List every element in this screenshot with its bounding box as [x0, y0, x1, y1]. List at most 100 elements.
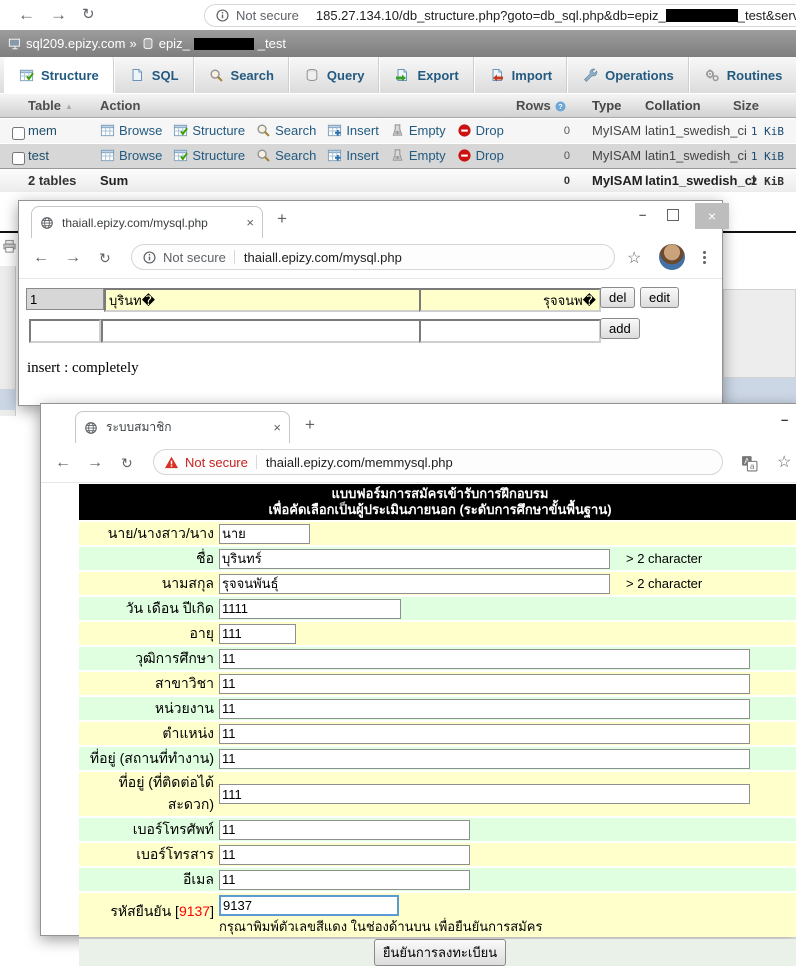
row-type: MyISAM — [592, 148, 641, 163]
record-name-field[interactable] — [104, 288, 421, 312]
globe-icon — [40, 216, 54, 230]
column-header-collation[interactable]: Collation — [645, 98, 701, 113]
tab-close-icon[interactable]: × — [246, 215, 254, 230]
printer-icon — [2, 239, 17, 254]
form-input[interactable] — [219, 784, 750, 804]
minimize-button[interactable]: – — [781, 412, 788, 427]
background-panel-left-strip — [0, 389, 16, 410]
row-checkbox[interactable] — [12, 127, 25, 140]
action-insert[interactable]: Insert — [327, 148, 379, 163]
pma-tab-export[interactable]: Export — [379, 57, 473, 93]
address-bar[interactable]: Not secure thaiall.epizy.com/mysql.php — [131, 244, 615, 270]
forward-icon[interactable]: → — [65, 238, 81, 278]
action-browse[interactable]: Browse — [100, 123, 162, 138]
new-name-field[interactable] — [101, 319, 421, 343]
forward-icon[interactable]: → — [50, 0, 67, 30]
action-structure[interactable]: Structure — [173, 148, 245, 163]
action-structure[interactable]: Structure — [173, 123, 245, 138]
form-input[interactable] — [219, 649, 750, 669]
pma-tab-search[interactable]: Search — [194, 57, 289, 93]
forward-icon[interactable]: → — [87, 444, 103, 482]
action-drop[interactable]: Drop — [457, 148, 504, 163]
form-rows: นาย/นางสาว/นางชื่อ> 2 characterนามสกุล> … — [79, 522, 796, 891]
action-insert[interactable]: Insert — [327, 123, 379, 138]
bookmark-star-icon[interactable]: ☆ — [777, 452, 791, 472]
column-header-type[interactable]: Type — [592, 98, 621, 113]
form-input[interactable] — [219, 599, 401, 619]
status-message: insert : completely — [27, 360, 139, 377]
action-empty[interactable]: Empty — [390, 123, 446, 138]
column-header-action: Action — [100, 98, 140, 113]
record-surname-field[interactable] — [419, 288, 601, 312]
breadcrumb-host[interactable]: sql209.epizy.com — [26, 36, 125, 51]
column-header-table[interactable]: Table▲ — [28, 98, 73, 113]
form-input[interactable] — [219, 699, 750, 719]
new-tab-button[interactable]: + — [277, 209, 287, 229]
breadcrumb-db[interactable]: epiz__test — [159, 36, 290, 51]
help-icon[interactable]: ? — [554, 100, 567, 113]
new-surname-field[interactable] — [419, 319, 601, 343]
back-icon[interactable]: ← — [18, 0, 35, 30]
empty-icon — [390, 148, 405, 163]
form-input[interactable] — [219, 724, 750, 744]
form-input[interactable] — [219, 524, 310, 544]
form-input[interactable] — [219, 820, 470, 840]
submit-button[interactable]: ยืนยันการลงทะเบียน — [374, 939, 506, 966]
minimize-button[interactable]: – — [639, 207, 646, 222]
insert-icon — [327, 123, 342, 138]
action-search[interactable]: Search — [256, 123, 316, 138]
table-name-link[interactable]: test — [28, 148, 49, 163]
address-bar[interactable]: Not secure thaiall.epizy.com/memmysql.ph… — [153, 449, 723, 475]
main-address-bar[interactable]: Not secure 185.27.134.10/db_structure.ph… — [204, 4, 796, 27]
pma-tab-operations[interactable]: Operations — [567, 57, 689, 93]
form-input[interactable] — [219, 549, 610, 569]
record-id-field[interactable] — [26, 288, 104, 310]
form-row: อายุ — [79, 622, 796, 645]
table-name-link[interactable]: mem — [28, 123, 57, 138]
action-browse[interactable]: Browse — [100, 148, 162, 163]
bookmark-star-icon[interactable]: ☆ — [627, 248, 641, 268]
avatar[interactable] — [659, 244, 685, 270]
pma-tab-query[interactable]: Query — [289, 57, 380, 93]
pma-tab-routines[interactable]: Routines — [689, 57, 796, 93]
reload-icon[interactable]: ↻ — [121, 444, 133, 482]
row-checkbox[interactable] — [12, 152, 25, 165]
action-search[interactable]: Search — [256, 148, 316, 163]
close-button[interactable]: × — [695, 203, 729, 229]
translate-icon[interactable]: Aa — [741, 455, 758, 472]
menu-dots-icon[interactable] — [703, 249, 706, 266]
import-icon — [489, 67, 505, 83]
pma-tab-structure[interactable]: Structure — [4, 57, 114, 93]
browser-tab[interactable]: ระบบสมาชิก × — [75, 411, 290, 443]
form-input[interactable] — [219, 574, 610, 594]
tab-close-icon[interactable]: × — [273, 420, 281, 435]
new-id-field[interactable] — [29, 319, 101, 343]
form-input[interactable] — [219, 624, 296, 644]
form-input[interactable] — [219, 845, 470, 865]
maximize-button[interactable] — [667, 209, 679, 221]
tab-title: ระบบสมาชิก — [106, 418, 265, 437]
pma-tab-import[interactable]: Import — [474, 57, 567, 93]
new-tab-button[interactable]: + — [305, 415, 315, 435]
add-button[interactable]: add — [600, 318, 640, 339]
reload-icon[interactable]: ↻ — [99, 238, 111, 278]
tab-label: Query — [327, 68, 365, 83]
action-empty[interactable]: Empty — [390, 148, 446, 163]
edit-button[interactable]: edit — [640, 287, 679, 308]
confirm-code-row: รหัสยืนยัน [9137] กรุณาพิมพ์ตัวเลขสีแดง … — [79, 893, 796, 937]
back-icon[interactable]: ← — [33, 238, 49, 278]
confirm-code-input[interactable] — [219, 895, 399, 916]
form-input[interactable] — [219, 870, 470, 890]
back-icon[interactable]: ← — [55, 444, 71, 482]
row-size: 1 KiB — [718, 125, 784, 138]
browser-tab[interactable]: thaiall.epizy.com/mysql.php × — [31, 206, 263, 238]
delete-button[interactable]: del — [600, 287, 635, 308]
tab-label: Routines — [727, 68, 783, 83]
redaction-box — [194, 38, 254, 50]
column-header-size[interactable]: Size — [733, 98, 759, 113]
reload-icon[interactable]: ↻ — [82, 0, 95, 30]
form-input[interactable] — [219, 749, 750, 769]
action-drop[interactable]: Drop — [457, 123, 504, 138]
form-input[interactable] — [219, 674, 750, 694]
pma-tab-sql[interactable]: SQL — [114, 57, 194, 93]
